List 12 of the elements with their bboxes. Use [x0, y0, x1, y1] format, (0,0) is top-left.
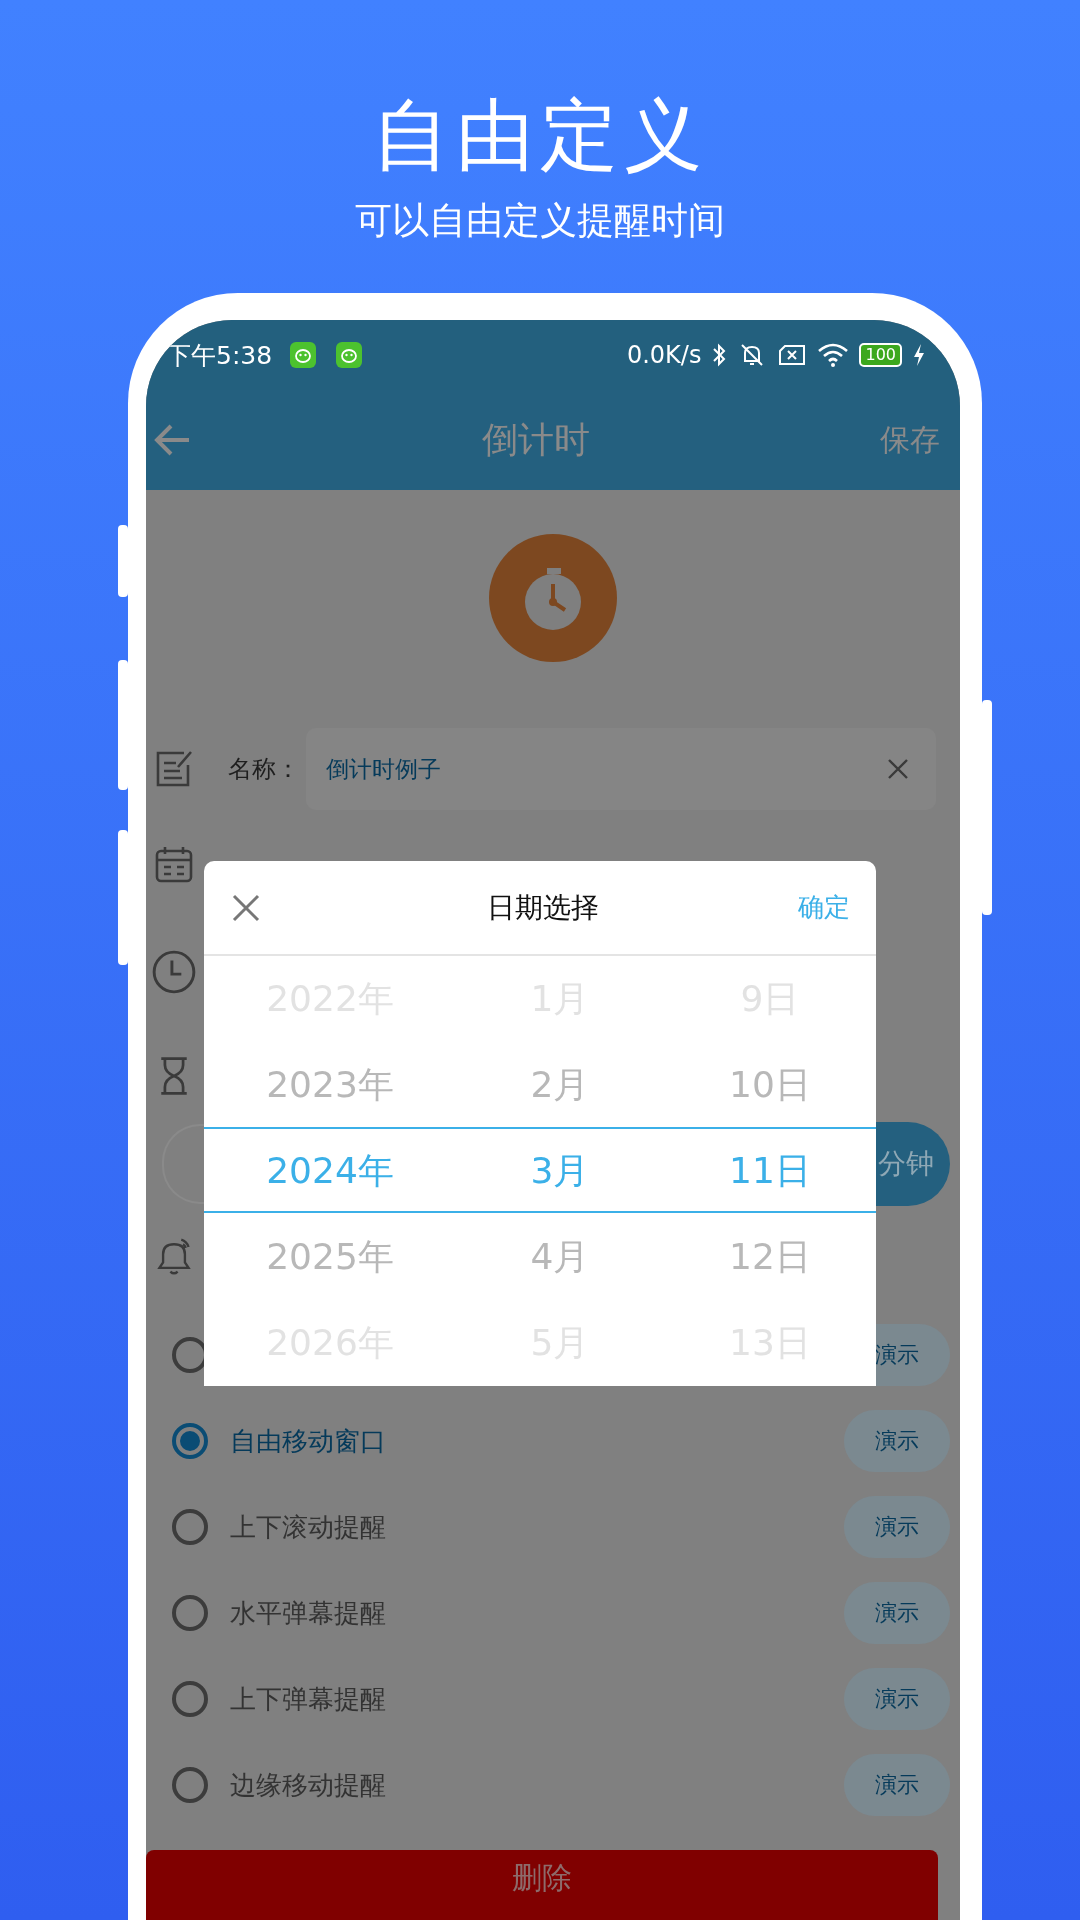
- dialog-title: 日期选择: [485, 889, 600, 926]
- page-title: 倒计时: [481, 417, 591, 462]
- battery-indicator: 100: [859, 343, 902, 367]
- option-label: 边缘移动提醒: [230, 1768, 386, 1802]
- subtitle: 可以自由定义提醒时间: [355, 198, 725, 244]
- option-label: 自由移动窗口: [230, 1424, 386, 1458]
- option-label: 上下弹幕提醒: [230, 1682, 386, 1716]
- option-label: 水平弹幕提醒: [230, 1596, 386, 1630]
- headline: 自由定义: [372, 92, 708, 178]
- field-label: 名称：: [228, 754, 301, 785]
- network-speed: 0.0K/s: [626, 341, 702, 369]
- option-label: 上下滚动提醒: [230, 1510, 386, 1544]
